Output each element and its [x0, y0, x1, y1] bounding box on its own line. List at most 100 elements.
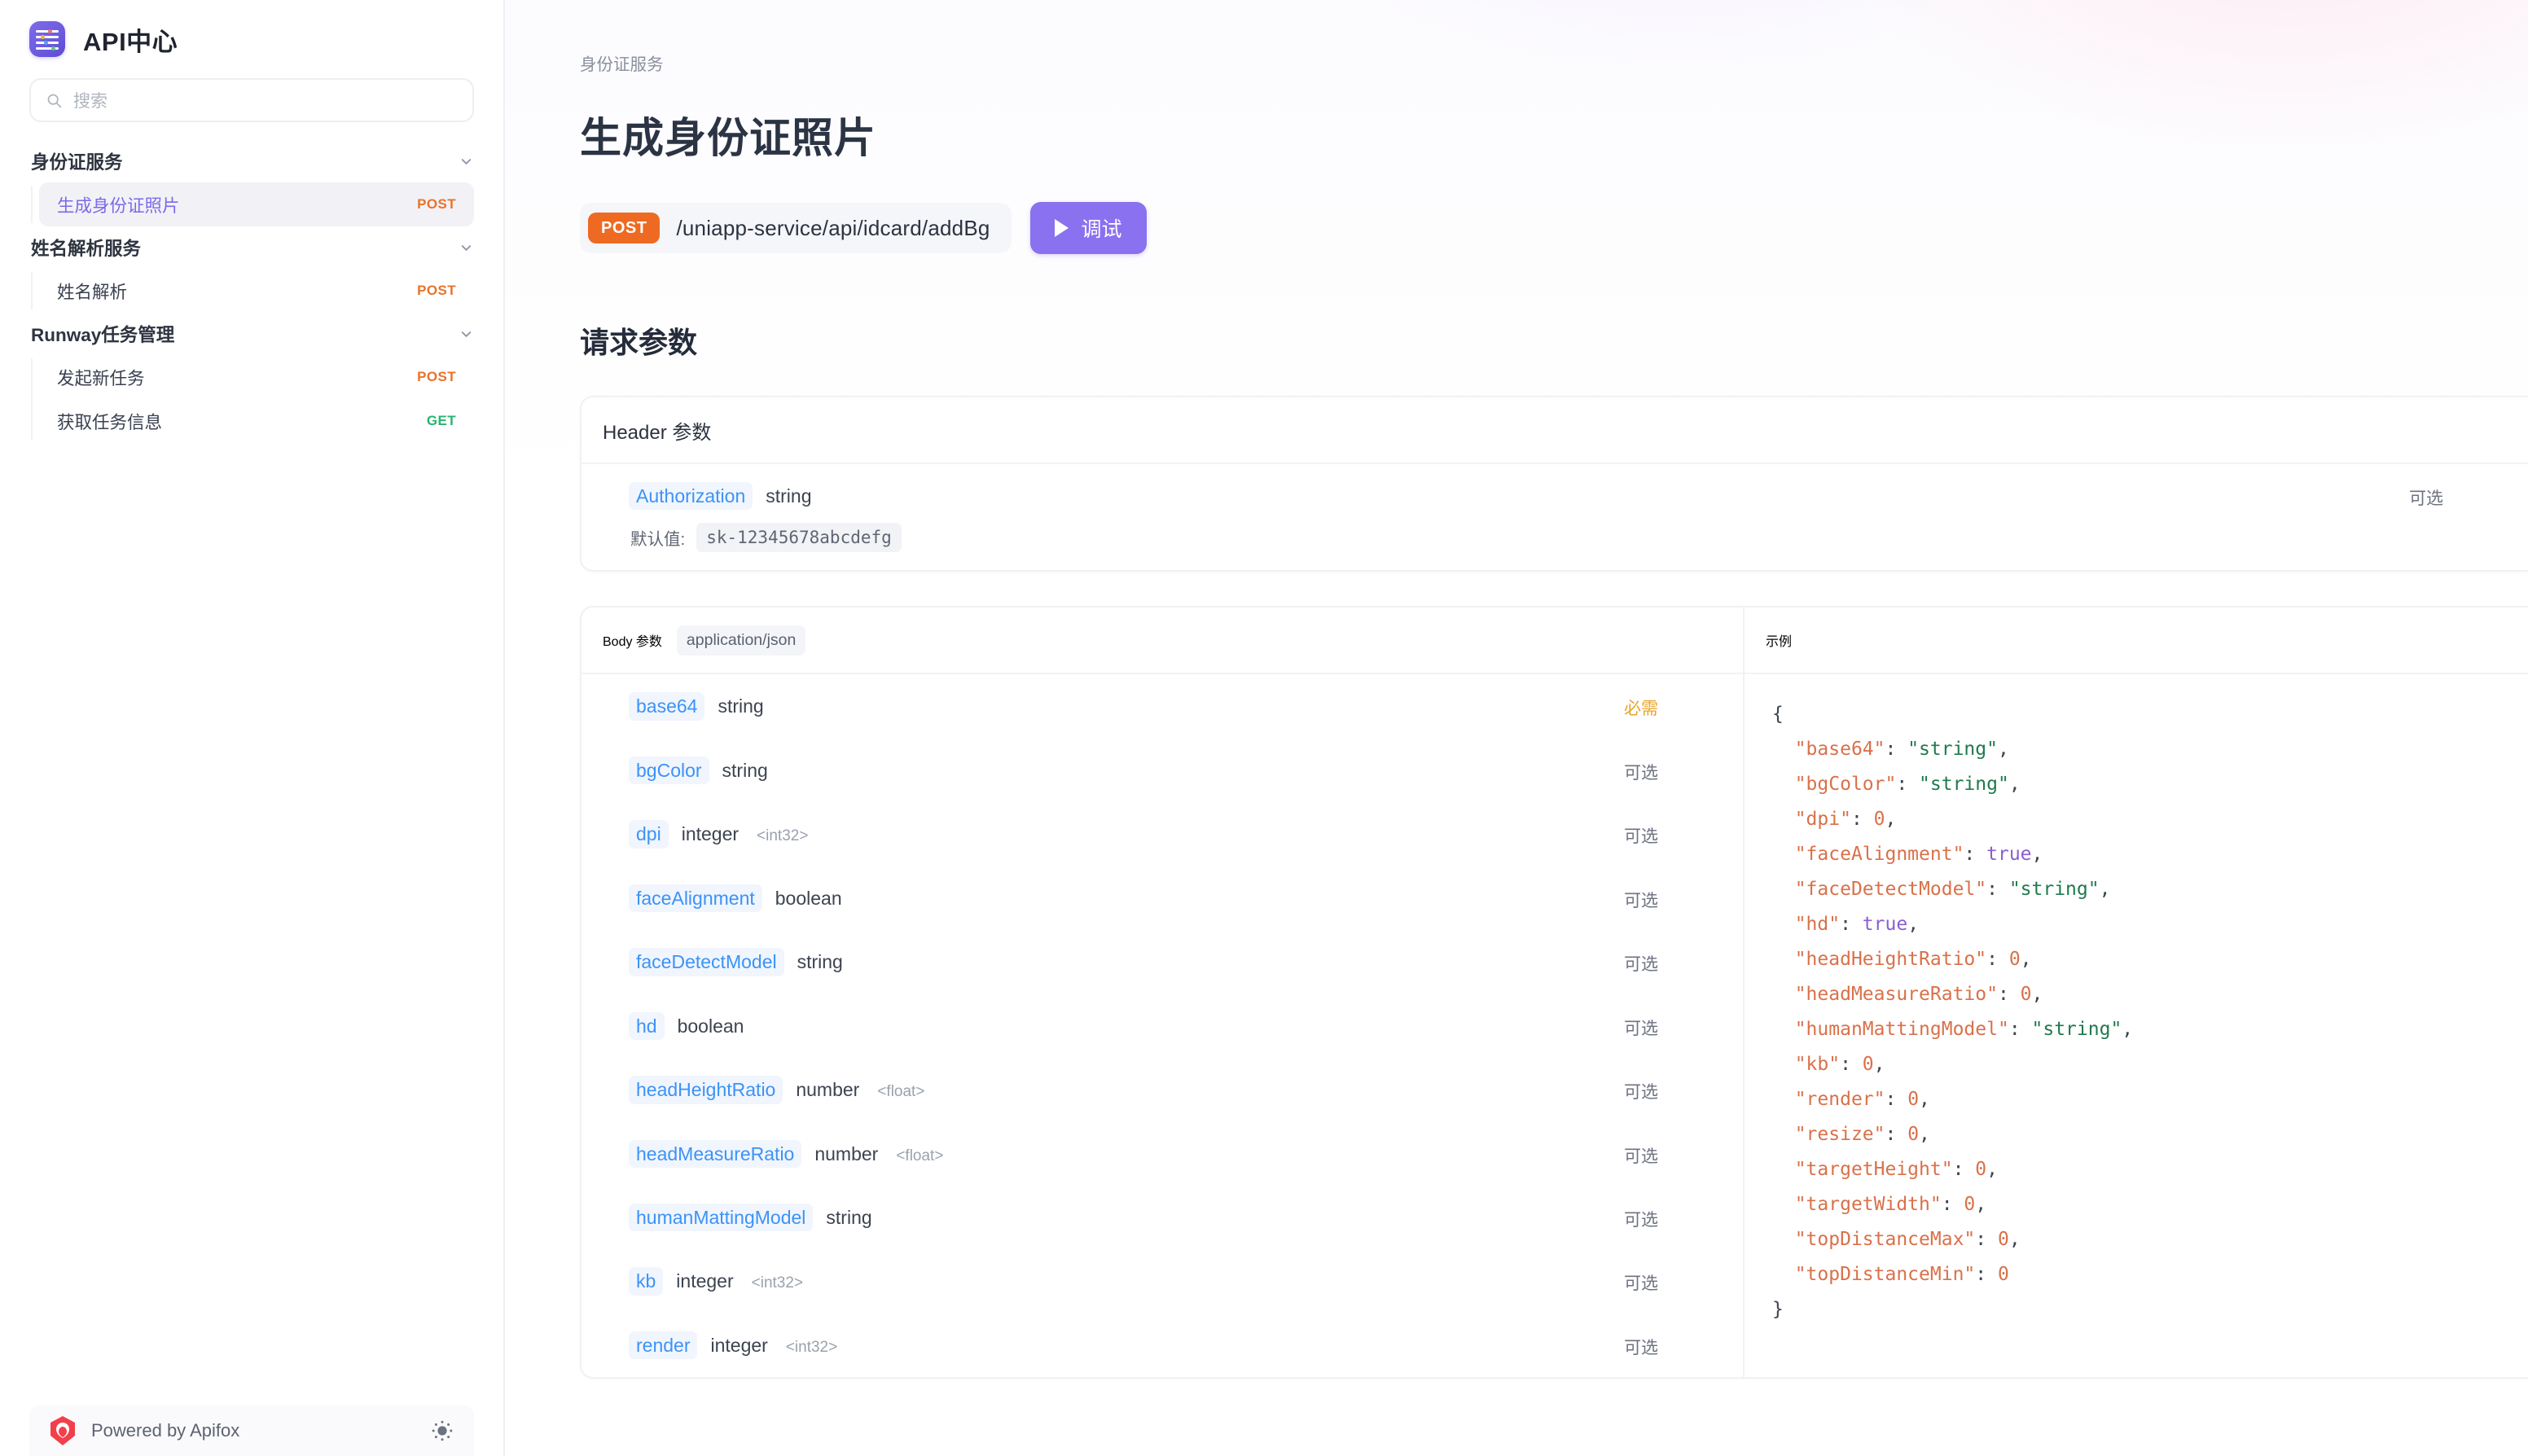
param-required-flag: 可选 [1624, 1019, 1658, 1038]
code-token-str: "string" [2031, 1019, 2122, 1041]
code-token-str: "string" [1907, 739, 1998, 761]
param-line: faceAlignment boolean [629, 884, 1624, 913]
param-name: kb [629, 1267, 664, 1296]
powered-by-footer[interactable]: Powered by Apifox [29, 1406, 474, 1456]
code-line: "topDistanceMax": 0, [1772, 1222, 2528, 1257]
code-token-punc: : [1975, 1264, 1998, 1286]
brand[interactable]: API中心 [0, 0, 503, 64]
nav-group-runway: Runway任务管理 发起新任务 POST 获取任务信息 GET [0, 313, 503, 443]
code-line: "targetHeight": 0, [1772, 1152, 2528, 1187]
param-line: render integer <int32> [629, 1331, 1624, 1360]
param-required-flag: 必需 [1624, 699, 1658, 719]
main-inner: 身份证服务 生成身份证照片 POST /uniapp-service/api/i… [505, 0, 2528, 1379]
code-line: "hd": true, [1772, 907, 2528, 942]
code-token-key: "dpi" [1794, 809, 1851, 831]
code-token-punc: , [1919, 1124, 1930, 1146]
param-type: number [796, 1079, 860, 1101]
endpoint-url-pill[interactable]: POST /uniapp-service/api/idcard/addBg [580, 203, 1012, 253]
code-token-punc: , [1997, 739, 2009, 761]
param-required-flag: 可选 [2409, 489, 2443, 508]
code-line: "base64": "string", [1772, 732, 2528, 767]
main-content: 身份证服务 生成身份证照片 POST /uniapp-service/api/i… [505, 0, 2528, 1456]
body-params-card: Body 参数 application/json base64 string 必需 b… [580, 606, 2528, 1379]
sidebar-item-name-parse[interactable]: 姓名解析 POST [39, 269, 474, 313]
param-main: Authorization string 默认值: sk-12345678abc… [629, 482, 2409, 553]
nav-children-idcard: 生成身份证照片 POST [0, 182, 503, 226]
param-required-flag: 可选 [1624, 1274, 1658, 1294]
nav-group-header-runway[interactable]: Runway任务管理 [0, 313, 503, 355]
code-token-num: 0 [2008, 949, 2021, 971]
param-main: faceAlignment boolean [629, 884, 1624, 913]
sidebar-item-get-task-info[interactable]: 获取任务信息 GET [39, 399, 474, 443]
table-row: headMeasureRatio number <float> 可选 [582, 1122, 1743, 1186]
breadcrumb: 身份证服务 [580, 55, 664, 74]
code-token-punc: , [2008, 1229, 2021, 1251]
param-type: string [766, 485, 812, 507]
sidebar-item-generate-idphoto[interactable]: 生成身份证照片 POST [39, 182, 474, 226]
body-example-split: Body 参数 application/json base64 string 必需 b… [582, 607, 2528, 1378]
code-token-key: "faceDetectModel" [1794, 879, 1987, 901]
app-logo-icon [29, 21, 65, 57]
param-line: Authorization string [629, 482, 2409, 511]
sidebar-item-label: 姓名解析 [57, 282, 128, 302]
param-required-flag: 可选 [1624, 1083, 1658, 1103]
code-line: "headHeightRatio": 0, [1772, 942, 2528, 977]
code-token-str: "string" [2008, 879, 2100, 901]
table-row: headHeightRatio number <float> 可选 [582, 1058, 1743, 1121]
param-type: integer [676, 1270, 734, 1292]
code-line: "targetWidth": 0, [1772, 1187, 2528, 1222]
table-row: hd boolean 可选 [582, 994, 1743, 1058]
page-title: 生成身份证照片 [580, 115, 877, 161]
param-main: headHeightRatio number <float> [629, 1076, 1624, 1104]
code-token-punc: : [1997, 984, 2021, 1006]
code-token-punc: , [2008, 774, 2021, 796]
param-type: integer [710, 1334, 768, 1356]
param-format: <int32> [757, 827, 809, 845]
code-token-bool: true [1986, 844, 2032, 866]
body-params-rows: base64 string 必需 bgColor string 可选 dpi integer <… [582, 674, 1743, 1377]
param-type: string [797, 951, 843, 973]
param-type: boolean [775, 887, 842, 909]
param-line: hd boolean [629, 1011, 1624, 1041]
code-token-punc: : [1964, 844, 1987, 866]
code-token-str: "string" [1919, 774, 2009, 796]
nav-group-header-nameparse[interactable]: 姓名解析服务 [0, 226, 503, 269]
nav-group-nameparse: 姓名解析服务 姓名解析 POST [0, 226, 503, 313]
param-line: humanMattingModel string [629, 1203, 1624, 1232]
nav-group-idcard: 身份证服务 生成身份证照片 POST [0, 140, 503, 226]
param-name: headHeightRatio [629, 1076, 783, 1104]
code-token-punc: : [1885, 1124, 1908, 1146]
table-row: bgColor string 可选 [582, 739, 1743, 802]
param-name: hd [629, 1011, 665, 1041]
example-card-head: 示例 [1745, 607, 2528, 675]
nav-group-title: 身份证服务 [31, 152, 123, 173]
method-badge: POST [417, 283, 456, 298]
code-token-punc: , [2099, 879, 2111, 901]
param-line: bgColor string [629, 756, 1624, 785]
endpoint-row: POST /uniapp-service/api/idcard/addBg 调试 [580, 202, 2528, 254]
param-line: dpi integer <int32> [629, 820, 1624, 849]
table-row: dpi integer <int32> 可选 [582, 802, 1743, 866]
code-token-punc: : [1840, 1054, 1863, 1076]
table-row: base64 string 必需 [582, 674, 1743, 738]
powered-by-label: Powered by Apifox [91, 1420, 240, 1441]
nav-group-header-idcard[interactable]: 身份证服务 [0, 140, 503, 182]
body-content-type: application/json [676, 625, 806, 656]
code-line: { [1772, 697, 2528, 732]
code-token-bool: true [1862, 914, 1908, 936]
code-token-punc: : [1885, 1089, 1908, 1111]
debug-button-label: 调试 [1081, 218, 1122, 241]
header-params-card-head: Header 参数 [582, 397, 2528, 464]
param-main: bgColor string [629, 756, 1624, 785]
search-input[interactable]: 搜索 [29, 78, 474, 122]
chevron-down-icon [461, 158, 472, 164]
code-token-punc: , [1885, 809, 1897, 831]
code-token-punc: , [2031, 984, 2043, 1006]
param-default-value: sk-12345678abcdefg [696, 523, 902, 553]
code-token-key: "topDistanceMin" [1794, 1264, 1976, 1286]
sidebar-item-create-task[interactable]: 发起新任务 POST [39, 355, 474, 399]
example-code-area[interactable]: { "base64": "string", "bgColor": "string… [1745, 674, 2528, 1327]
param-line: kb integer <int32> [629, 1267, 1624, 1296]
sun-icon[interactable] [430, 1419, 454, 1443]
debug-button[interactable]: 调试 [1029, 202, 1147, 254]
